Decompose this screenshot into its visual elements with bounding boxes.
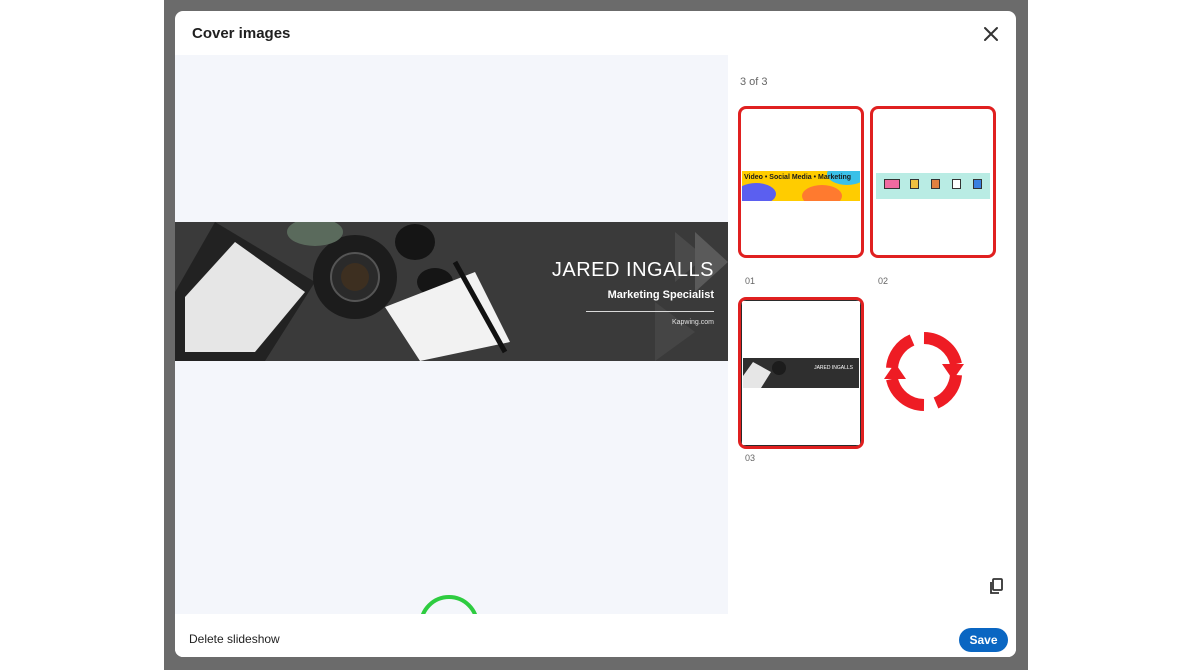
duplicate-icon[interactable] bbox=[985, 574, 1009, 598]
thumbnail-03-banner-art bbox=[743, 361, 786, 388]
thumbnail-02[interactable] bbox=[870, 106, 996, 258]
slide-count: 3 of 3 bbox=[740, 76, 768, 88]
banner-role-text: Marketing Specialist bbox=[607, 289, 714, 301]
thumbnail-label-02: 02 bbox=[878, 276, 889, 286]
thumbnail-02-item-1 bbox=[884, 179, 900, 189]
thumbnail-label-03: 03 bbox=[745, 453, 756, 463]
dialog-footer: Delete slideshow Save bbox=[175, 614, 1016, 657]
thumbnail-03-caption: JARED INGALLS bbox=[814, 365, 853, 371]
dialog-title: Cover images bbox=[192, 25, 291, 42]
cover-banner-image: JARED INGALLS Marketing Specialist Kapwi… bbox=[175, 222, 728, 361]
thumbnail-03-selected-frame: JARED INGALLS bbox=[741, 300, 861, 446]
thumbnail-01-caption: Video • Social Media • Marketing bbox=[744, 174, 852, 181]
thumbnail-02-image bbox=[876, 173, 990, 199]
banner-site-text: Kapwing.com bbox=[671, 319, 714, 326]
thumbnail-02-item-3 bbox=[931, 179, 940, 189]
thumbnail-02-item-5 bbox=[973, 179, 982, 189]
thumbnail-01-shape-orange bbox=[802, 185, 842, 201]
thumbnail-03-image: JARED INGALLS bbox=[743, 358, 859, 388]
close-icon[interactable] bbox=[980, 23, 1002, 45]
banner-divider bbox=[586, 311, 714, 312]
cover-images-dialog: Cover images JARED INGALLS Marketing Spe… bbox=[175, 11, 1016, 657]
cover-preview-area: JARED INGALLS Marketing Specialist Kapwi… bbox=[175, 55, 728, 655]
thumbnail-01[interactable]: Video • Social Media • Marketing bbox=[738, 106, 864, 258]
thumbnail-01-image: Video • Social Media • Marketing bbox=[742, 171, 860, 201]
thumbnail-label-01: 01 bbox=[745, 276, 756, 286]
thumbnail-02-item-2 bbox=[910, 179, 919, 189]
save-button[interactable]: Save bbox=[959, 628, 1008, 652]
thumbnail-02-item-4 bbox=[952, 179, 961, 189]
thumbnail-01-shape-blue bbox=[742, 183, 776, 201]
thumbnail-sidebar: 3 of 3 Video • Social Media • Marketing … bbox=[729, 62, 1015, 609]
delete-slideshow-button[interactable]: Delete slideshow bbox=[189, 632, 280, 646]
thumbnail-03[interactable]: JARED INGALLS bbox=[738, 297, 864, 449]
refresh-icon bbox=[882, 324, 967, 419]
dialog-header: Cover images bbox=[175, 11, 1016, 55]
banner-name-text: JARED INGALLS bbox=[551, 259, 714, 281]
